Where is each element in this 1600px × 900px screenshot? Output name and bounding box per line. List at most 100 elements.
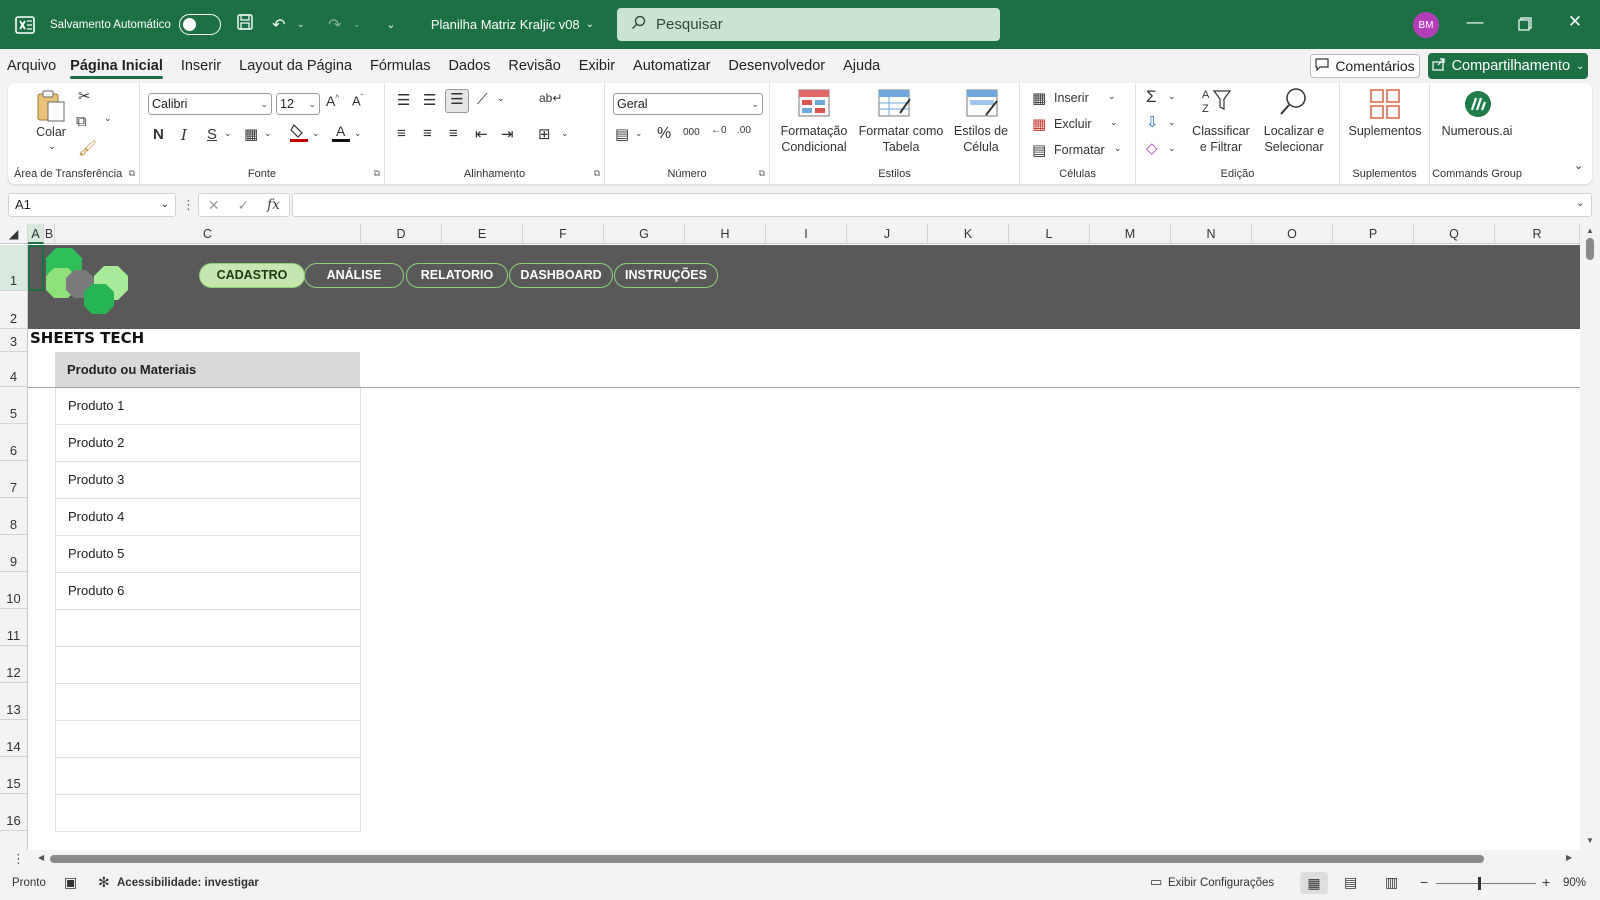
chevron-down-icon[interactable]: ⌄: [354, 128, 362, 139]
column-header[interactable]: F: [523, 224, 604, 244]
font-size-combo[interactable]: 12 ⌄: [276, 93, 320, 115]
scroll-up-icon[interactable]: ▲: [1586, 226, 1594, 235]
table-row-empty[interactable]: [55, 610, 361, 647]
tab-automatizar[interactable]: Automatizar: [626, 49, 717, 83]
delete-cells-icon[interactable]: ▦: [1032, 115, 1046, 133]
dialog-launcher-icon[interactable]: ⧉: [594, 168, 600, 179]
row-header[interactable]: 5: [0, 387, 28, 424]
file-title[interactable]: Planilha Matriz Kraljic v08 ⌄: [431, 17, 594, 32]
increase-decimal-icon[interactable]: ←0: [711, 125, 727, 136]
decrease-decimal-icon[interactable]: .00: [737, 125, 751, 136]
table-row-empty[interactable]: [55, 684, 361, 721]
table-row[interactable]: Produto 6: [55, 573, 361, 610]
nav-button-instrucoes[interactable]: INSTRUÇÕES: [614, 263, 718, 288]
sort-filter-icon[interactable]: AZ: [1202, 87, 1232, 119]
share-button[interactable]: Compartilhamento ⌄: [1428, 53, 1588, 79]
column-header[interactable]: R: [1495, 224, 1580, 244]
increase-font-icon[interactable]: A^: [326, 93, 339, 109]
table-header[interactable]: Produto ou Materiais: [55, 352, 360, 387]
zoom-slider[interactable]: [1436, 883, 1536, 884]
copy-icon[interactable]: ⧉: [76, 113, 87, 130]
row-header[interactable]: 3: [0, 329, 28, 352]
nav-button-relatorio[interactable]: RELATORIO: [406, 263, 508, 288]
tab-inserir[interactable]: Inserir: [174, 49, 228, 83]
row-header[interactable]: 11: [0, 609, 28, 646]
cut-icon[interactable]: ✂: [78, 87, 91, 105]
column-header[interactable]: G: [604, 224, 685, 244]
page-break-view-icon[interactable]: ▥: [1385, 874, 1398, 891]
sort-filter-label[interactable]: Classificar e Filtrar: [1188, 123, 1254, 155]
table-row[interactable]: Produto 1: [55, 388, 361, 425]
align-right-icon[interactable]: ≡: [449, 125, 458, 142]
column-header[interactable]: L: [1009, 224, 1090, 244]
row-header[interactable]: 9: [0, 535, 28, 572]
tab-arquivo[interactable]: Arquivo: [0, 49, 63, 83]
customize-toolbar-icon[interactable]: ⌄: [381, 18, 401, 31]
display-settings-icon[interactable]: ▭: [1150, 874, 1162, 890]
nav-button-dashboard[interactable]: DASHBOARD: [509, 263, 613, 288]
column-header[interactable]: Q: [1414, 224, 1495, 244]
chevron-down-icon[interactable]: ⌄: [224, 128, 232, 139]
vertical-scrollbar[interactable]: ▲ ▼: [1580, 224, 1600, 850]
chevron-down-icon[interactable]: ⌄: [635, 128, 643, 139]
undo-icon[interactable]: ↶: [269, 15, 289, 35]
dialog-launcher-icon[interactable]: ⧉: [374, 168, 380, 179]
row-header[interactable]: 13: [0, 683, 28, 720]
chevron-down-icon[interactable]: ⌄: [1108, 91, 1116, 102]
decrease-font-icon[interactable]: Aˇ: [352, 93, 363, 108]
font-color-icon[interactable]: A: [332, 123, 350, 147]
column-header[interactable]: B: [44, 224, 55, 244]
autosum-icon[interactable]: Σ: [1146, 87, 1157, 107]
save-icon[interactable]: [235, 13, 255, 36]
scroll-left-icon[interactable]: ◀: [38, 853, 44, 862]
enter-icon[interactable]: ✓: [237, 197, 249, 214]
restore-icon[interactable]: [1513, 12, 1537, 36]
align-left-icon[interactable]: ≡: [397, 125, 406, 142]
nav-button-cadastro[interactable]: CADASTRO: [199, 263, 305, 288]
name-box[interactable]: A1 ⌄: [8, 193, 176, 217]
scroll-down-icon[interactable]: ▼: [1586, 836, 1594, 845]
align-middle-icon[interactable]: ☰: [423, 91, 436, 109]
column-header[interactable]: A: [28, 224, 44, 244]
table-row[interactable]: Produto 2: [55, 425, 361, 462]
vertical-scroll-thumb[interactable]: [1586, 238, 1594, 260]
insert-cells-icon[interactable]: ▦: [1032, 89, 1046, 107]
column-header[interactable]: C: [55, 224, 361, 244]
format-as-table-icon[interactable]: [878, 89, 912, 121]
italic-button[interactable]: I: [181, 126, 187, 144]
zoom-level[interactable]: 90%: [1563, 877, 1586, 889]
column-header[interactable]: N: [1171, 224, 1252, 244]
formula-input[interactable]: ⌄: [292, 193, 1592, 217]
chevron-down-icon[interactable]: ⌄: [497, 93, 505, 104]
nav-button-analise[interactable]: ANÁLISE: [304, 263, 404, 288]
addins-label[interactable]: Suplementos: [1340, 123, 1430, 139]
autosave-toggle[interactable]: [178, 14, 221, 35]
tab-pagina-inicial[interactable]: Página Inicial: [63, 49, 170, 83]
merge-center-icon[interactable]: ⊞: [538, 125, 551, 143]
zoom-in-icon[interactable]: +: [1542, 874, 1550, 890]
column-header[interactable]: I: [766, 224, 847, 244]
insert-function-icon[interactable]: fx: [267, 197, 280, 213]
paste-icon[interactable]: [34, 89, 68, 123]
find-select-label[interactable]: Localizar e Selecionar: [1254, 123, 1334, 155]
tab-desenvolvedor[interactable]: Desenvolvedor: [721, 49, 832, 83]
dialog-launcher-icon[interactable]: ⧉: [759, 168, 765, 179]
chevron-down-icon[interactable]: ⌄: [1168, 117, 1176, 128]
accessibility-icon[interactable]: ✻: [98, 874, 110, 891]
format-cells-icon[interactable]: ▤: [1032, 141, 1046, 159]
zoom-slider-thumb[interactable]: [1478, 877, 1481, 890]
currency-icon[interactable]: ▤: [615, 125, 629, 143]
column-header[interactable]: E: [442, 224, 523, 244]
row-header[interactable]: 1: [0, 245, 28, 291]
table-row[interactable]: Produto 5: [55, 536, 361, 573]
number-format-combo[interactable]: Geral ⌄: [613, 93, 763, 115]
scroll-right-icon[interactable]: ▶: [1566, 853, 1572, 862]
tab-layout-da-pagina[interactable]: Layout da Página: [232, 49, 359, 83]
normal-view-icon[interactable]: ▦: [1300, 872, 1328, 894]
collapse-ribbon-icon[interactable]: ⌄: [1574, 159, 1583, 172]
align-bottom-icon[interactable]: ☰: [445, 89, 469, 113]
column-header[interactable]: P: [1333, 224, 1414, 244]
redo-dropdown-icon[interactable]: ⌄: [347, 19, 367, 30]
delete-cells-label[interactable]: Excluir: [1054, 116, 1092, 132]
avatar[interactable]: BM: [1413, 12, 1439, 38]
